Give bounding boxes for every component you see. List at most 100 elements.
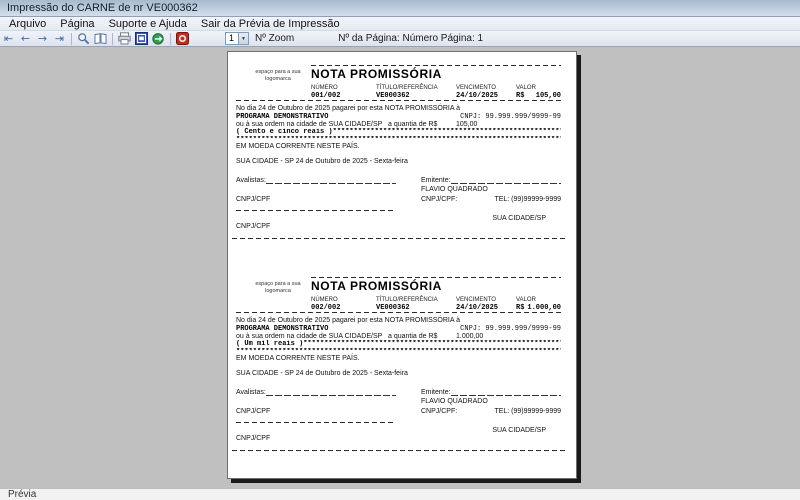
exit-icon [176,32,189,45]
zoom-level-value: 1 [229,33,235,43]
note-dashed-line [236,312,561,314]
zoom-button[interactable] [76,32,91,46]
menu-suporte-ajuda[interactable]: Suporte e Ajuda [102,17,194,31]
note-moeda-simbolo: R$ [516,304,525,312]
emitente-cidade: SUA CIDADE/SP [492,427,546,434]
menu-bar: Arquivo Página Suporte e Ajuda Sair da P… [0,17,800,31]
page-number-info: Nº da Página: Número Página: 1 [338,33,484,44]
toolbar-separator [71,32,72,45]
col-header-numero: NÚMERO [311,297,338,303]
toolbar-separator [112,32,113,45]
last-page-icon: ⇥ [54,31,65,45]
chevron-down-icon: ▼ [238,33,248,44]
signature-line [450,179,561,184]
document-page: espaço para a sua logomarca NOTA PROMISS… [227,51,577,479]
avalistas-label: Avalistas: [236,389,266,396]
printer-icon [118,32,131,45]
city-date-line: SUA CIDADE - SP 24 de Outubro de 2025 - … [236,158,408,165]
note-referencia: VE000362 [376,304,410,312]
col-header-vencimento: VENCIMENTO [456,297,496,303]
menu-arquivo[interactable]: Arquivo [2,17,53,31]
menu-sair-previa[interactable]: Sair da Prévia de Impressão [194,17,347,31]
order-line: ou à sua ordem na cidade de SUA CIDADE/S… [236,332,438,340]
toolbar-separator [170,32,171,45]
zoom-label: Nº Zoom [255,33,295,44]
emitente-cidade: SUA CIDADE/SP [492,215,546,222]
window-title-bar: Impressão do CARNE de nr VE000362 [0,0,800,17]
logo-placeholder-text: espaço para a sua logomarca [255,281,301,294]
beneficiary-cnpj: CNPJ: 99.999.999/9999-99 [460,112,561,121]
col-header-numero: NÚMERO [311,85,338,91]
logo-placeholder-text: espaço para a sua logomarca [255,69,301,82]
note-vencimento: 24/10/2025 [456,92,499,100]
avalista-cnpjcpf-label: CNPJ/CPF [236,196,271,203]
emitente-name: FLAVIO QUADRADO [421,398,488,405]
col-header-titulo: TÍTULO/REFERÊNCIA [376,297,438,303]
signature-line [450,391,561,396]
toolbar: ⇤ ← → ⇥ 1 ▼ Nº Zoom Nº da Página: Número… [0,31,800,47]
col-header-vencimento: VENCIMENTO [456,85,496,91]
promissory-note-1: espaço para a sua logomarca NOTA PROMISS… [228,52,576,264]
note-vencimento: 24/10/2025 [456,304,499,312]
beneficiary-name: PROGRAMA DEMONSTRATIVO [236,324,329,333]
currency-clause: EM MOEDA CORRENTE NESTE PAÍS. [236,355,360,362]
avalista-cnpjcpf-label: CNPJ/CPF [236,408,271,415]
note-title: NOTA PROMISSÓRIA [311,67,442,81]
signature-line [265,179,396,184]
note-dashed-line [236,100,561,102]
magnifier-icon [78,33,90,45]
emitente-cnpjcpf-label: CNPJ/CPF: [421,196,458,203]
avalistas-row: Avalistas: [236,176,396,184]
last-page-button[interactable]: ⇥ [52,32,67,46]
menu-pagina[interactable]: Página [53,17,101,31]
note-cut-line [232,238,568,240]
note-moeda-simbolo: R$ [516,92,525,100]
previous-page-icon: ← [20,31,31,45]
next-page-button[interactable]: → [35,32,50,46]
note-valor: 1.000,00 [527,304,561,312]
col-header-titulo: TÍTULO/REFERÊNCIA [376,85,438,91]
status-bar: Prévia [0,488,800,500]
zoom-level-select[interactable]: 1 ▼ [225,32,249,45]
avalista2-cnpjcpf-label: CNPJ/CPF [236,223,271,230]
promise-line: No dia 24 de Outubro de 2025 pagarei por… [236,105,460,112]
print-setup-button[interactable] [134,32,149,46]
avalistas-row: Avalistas: [236,388,396,396]
emitente-cnpjcpf-label: CNPJ/CPF: [421,408,458,415]
promissory-note-2: espaço para a sua logomarca NOTA PROMISS… [228,264,576,476]
promise-line: No dia 24 de Outubro de 2025 pagarei por… [236,317,460,324]
emitente-label: Emitente: [421,177,451,184]
window-title: Impressão do CARNE de nr VE000362 [7,2,198,14]
order-line: ou à sua ordem na cidade de SUA CIDADE/S… [236,120,438,128]
print-button[interactable] [117,32,132,46]
col-header-valor: VALOR [516,85,536,91]
note-numero: 002/002 [311,304,341,312]
export-button[interactable] [151,32,166,46]
avalista2-line [236,422,396,424]
first-page-icon: ⇤ [3,31,14,45]
note-referencia: VE000362 [376,92,410,100]
order-amount: 1.000,00 [456,332,484,340]
first-page-button[interactable]: ⇤ [1,32,16,46]
previous-page-button[interactable]: ← [18,32,33,46]
print-setup-icon [135,32,148,45]
preview-area: espaço para a sua logomarca NOTA PROMISS… [0,48,800,488]
note-numero: 001/002 [311,92,341,100]
beneficiary-cnpj: CNPJ: 99.999.999/9999-99 [460,324,561,333]
note-cut-line [232,450,568,452]
avalista2-line [236,210,396,212]
two-page-view-button[interactable] [93,32,108,46]
signature-line [265,391,396,396]
open-book-icon [94,33,107,45]
beneficiary-name: PROGRAMA DEMONSTRATIVO [236,112,329,121]
note-title: NOTA PROMISSÓRIA [311,279,442,293]
next-page-icon: → [37,31,48,45]
exit-preview-button[interactable] [175,32,190,46]
emitente-row: Emitente: [421,388,561,396]
emitente-row: Emitente: [421,176,561,184]
order-amount: 105,00 [456,120,478,128]
status-text: Prévia [8,489,37,500]
city-date-line: SUA CIDADE - SP 24 de Outubro de 2025 - … [236,370,408,377]
col-header-valor: VALOR [516,297,536,303]
emitente-telefone: TEL: (99)99999-9999 [494,408,561,415]
